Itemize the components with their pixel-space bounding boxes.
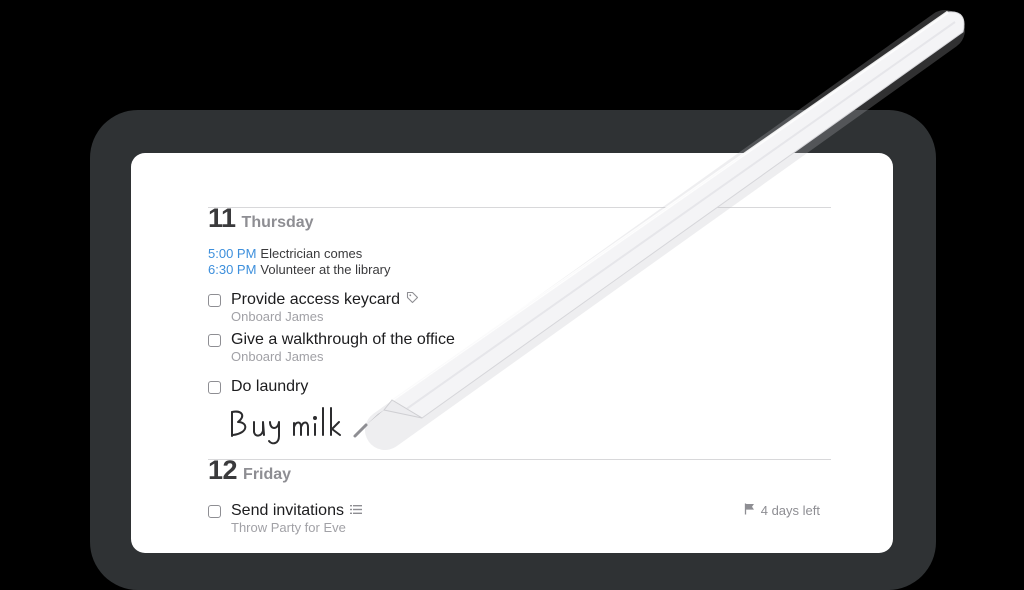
handwriting-strokes — [228, 400, 358, 450]
task-item[interactable]: Do laundry — [208, 377, 308, 397]
day-header-11: 11 Thursday — [208, 203, 314, 234]
event-time: 6:30 PM — [208, 262, 257, 277]
task-subtitle: Onboard James — [231, 309, 324, 324]
task-item[interactable]: Give a walkthrough of the office Onboard… — [208, 330, 455, 364]
event-time: 5:00 PM — [208, 246, 257, 261]
task-subtitle: Onboard James — [231, 349, 324, 364]
day-header-12: 12 Friday — [208, 455, 291, 486]
task-checkbox[interactable] — [208, 334, 221, 347]
deadline-badge: 4 days left — [744, 503, 820, 518]
task-checkbox[interactable] — [208, 505, 221, 518]
task-item[interactable]: Provide access keycard Onboard James — [208, 290, 419, 324]
task-title: Do laundry — [231, 378, 309, 395]
day-number: 12 — [208, 455, 238, 485]
task-checkbox[interactable] — [208, 294, 221, 307]
event-item[interactable]: 5:00 PM Electrician comes — [208, 246, 362, 261]
event-title: Volunteer at the library — [260, 262, 391, 277]
task-checkbox[interactable] — [208, 381, 221, 394]
day-name: Friday — [243, 466, 292, 483]
tag-icon — [406, 290, 419, 310]
list-icon — [349, 501, 362, 521]
day-number: 11 — [208, 203, 236, 233]
task-title: Provide access keycard — [231, 291, 400, 308]
day-name: Thursday — [241, 214, 314, 231]
task-title: Give a walkthrough of the office — [231, 331, 455, 348]
flag-icon — [744, 503, 755, 518]
event-title: Electrician comes — [260, 246, 363, 261]
deadline-text: 4 days left — [760, 503, 820, 518]
task-subtitle: Throw Party for Eve — [231, 520, 346, 535]
app-screen: 11 Thursday 5:00 PM Electrician comes 6:3… — [131, 153, 893, 553]
task-title: Send invitations — [231, 502, 344, 519]
event-item[interactable]: 6:30 PM Volunteer at the library — [208, 262, 391, 277]
day-divider — [208, 459, 831, 460]
